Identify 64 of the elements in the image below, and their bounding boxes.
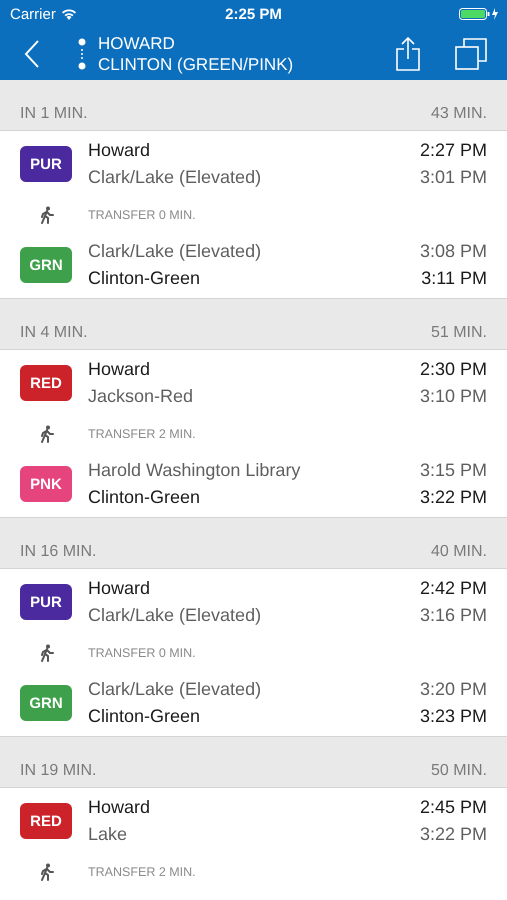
stop-name: Howard [88, 577, 150, 600]
departure-countdown: IN 4 MIN. [20, 324, 88, 342]
transfer-note: TRANSFER 0 MIN. [88, 646, 196, 660]
destination-station: CLINTON (GREEN/PINK) [98, 54, 294, 75]
wifi-icon [60, 8, 77, 20]
transfer-note: TRANSFER 2 MIN. [88, 426, 196, 440]
line-badge: GRN [20, 685, 72, 721]
departure-countdown: IN 1 MIN. [20, 105, 88, 123]
stop-time: 3:22 PM [420, 823, 487, 846]
trip-duration: 50 MIN. [430, 762, 487, 780]
walking-icon [40, 862, 54, 880]
trip-card[interactable]: PUR Howard 2:27 PM Clark/Lake (Elevated) 3:01 PM TRANSFER 0 MIN. GRN Clark/Lake (Elevated) 3:08 PM Clinton-Green 3:11 PM [0, 131, 507, 299]
stop-time: 3:10 PM [420, 385, 487, 408]
stop-time: 3:22 PM [420, 486, 487, 509]
departure-countdown: IN 16 MIN. [20, 543, 96, 561]
carrier-label: Carrier [10, 6, 56, 22]
stop-time: 3:16 PM [420, 604, 487, 627]
route-dots-icon [78, 38, 86, 70]
stop-time: 3:15 PM [420, 459, 487, 482]
stop-time: 3:11 PM [421, 267, 487, 290]
stop-time: 2:42 PM [420, 577, 487, 600]
line-badge: PUR [20, 584, 72, 620]
stop-name: Harold Washington Library [88, 459, 300, 482]
transfer-note: TRANSFER 2 MIN. [88, 864, 196, 878]
stop-name: Clark/Lake (Elevated) [88, 240, 262, 263]
transfer-note: TRANSFER 0 MIN. [88, 208, 196, 222]
trip-card[interactable]: RED Howard 2:30 PM Jackson-Red 3:10 PM TRANSFER 2 MIN. PNK Harold Washington Library 3:15 PM Clinton-Green 3:22 PM [0, 350, 507, 518]
stop-time: 3:01 PM [420, 166, 487, 189]
line-badge: PNK [20, 466, 72, 502]
walking-icon [40, 424, 54, 442]
stop-name: Clark/Lake (Elevated) [88, 166, 262, 189]
stop-name: Howard [88, 139, 150, 162]
stop-name: Clark/Lake (Elevated) [88, 678, 262, 701]
line-badge: GRN [20, 247, 72, 283]
stop-name: Clinton-Green [88, 267, 200, 290]
departure-countdown: IN 19 MIN. [20, 762, 96, 780]
line-badge: PUR [20, 146, 72, 182]
stop-name: Clinton-Green [88, 486, 200, 509]
trip-duration: 40 MIN. [430, 543, 487, 561]
stop-name: Clinton-Green [88, 705, 200, 728]
stop-time: 3:08 PM [420, 240, 487, 263]
origin-station: HOWARD [98, 33, 176, 54]
back-button[interactable] [24, 40, 40, 68]
battery-icon [459, 7, 499, 21]
stop-time: 3:20 PM [420, 678, 487, 701]
line-badge: RED [20, 365, 72, 401]
stop-time: 2:45 PM [420, 796, 487, 819]
stop-name: Lake [88, 823, 128, 846]
stop-name: Jackson-Red [88, 385, 194, 408]
copy-button[interactable] [455, 38, 487, 70]
walking-icon [40, 206, 54, 224]
trip-card[interactable]: PUR Howard 2:42 PM Clark/Lake (Elevated) 3:16 PM TRANSFER 0 MIN. GRN Clark/Lake (Elevated) 3:20 PM Clinton-Green 3:23 PM [0, 569, 507, 737]
stop-time: 2:30 PM [420, 358, 487, 381]
trip-duration: 51 MIN. [430, 324, 487, 342]
share-button[interactable] [395, 37, 421, 71]
stop-name: Clark/Lake (Elevated) [88, 604, 262, 627]
stop-name: Howard [88, 358, 150, 381]
stop-time: 2:27 PM [420, 139, 487, 162]
line-badge: RED [20, 803, 72, 839]
stop-name: Howard [88, 796, 150, 819]
walking-icon [40, 644, 54, 662]
stop-time: 3:23 PM [420, 705, 487, 728]
trip-duration: 43 MIN. [430, 105, 487, 123]
clock-time: 2:25 PM [225, 6, 282, 22]
